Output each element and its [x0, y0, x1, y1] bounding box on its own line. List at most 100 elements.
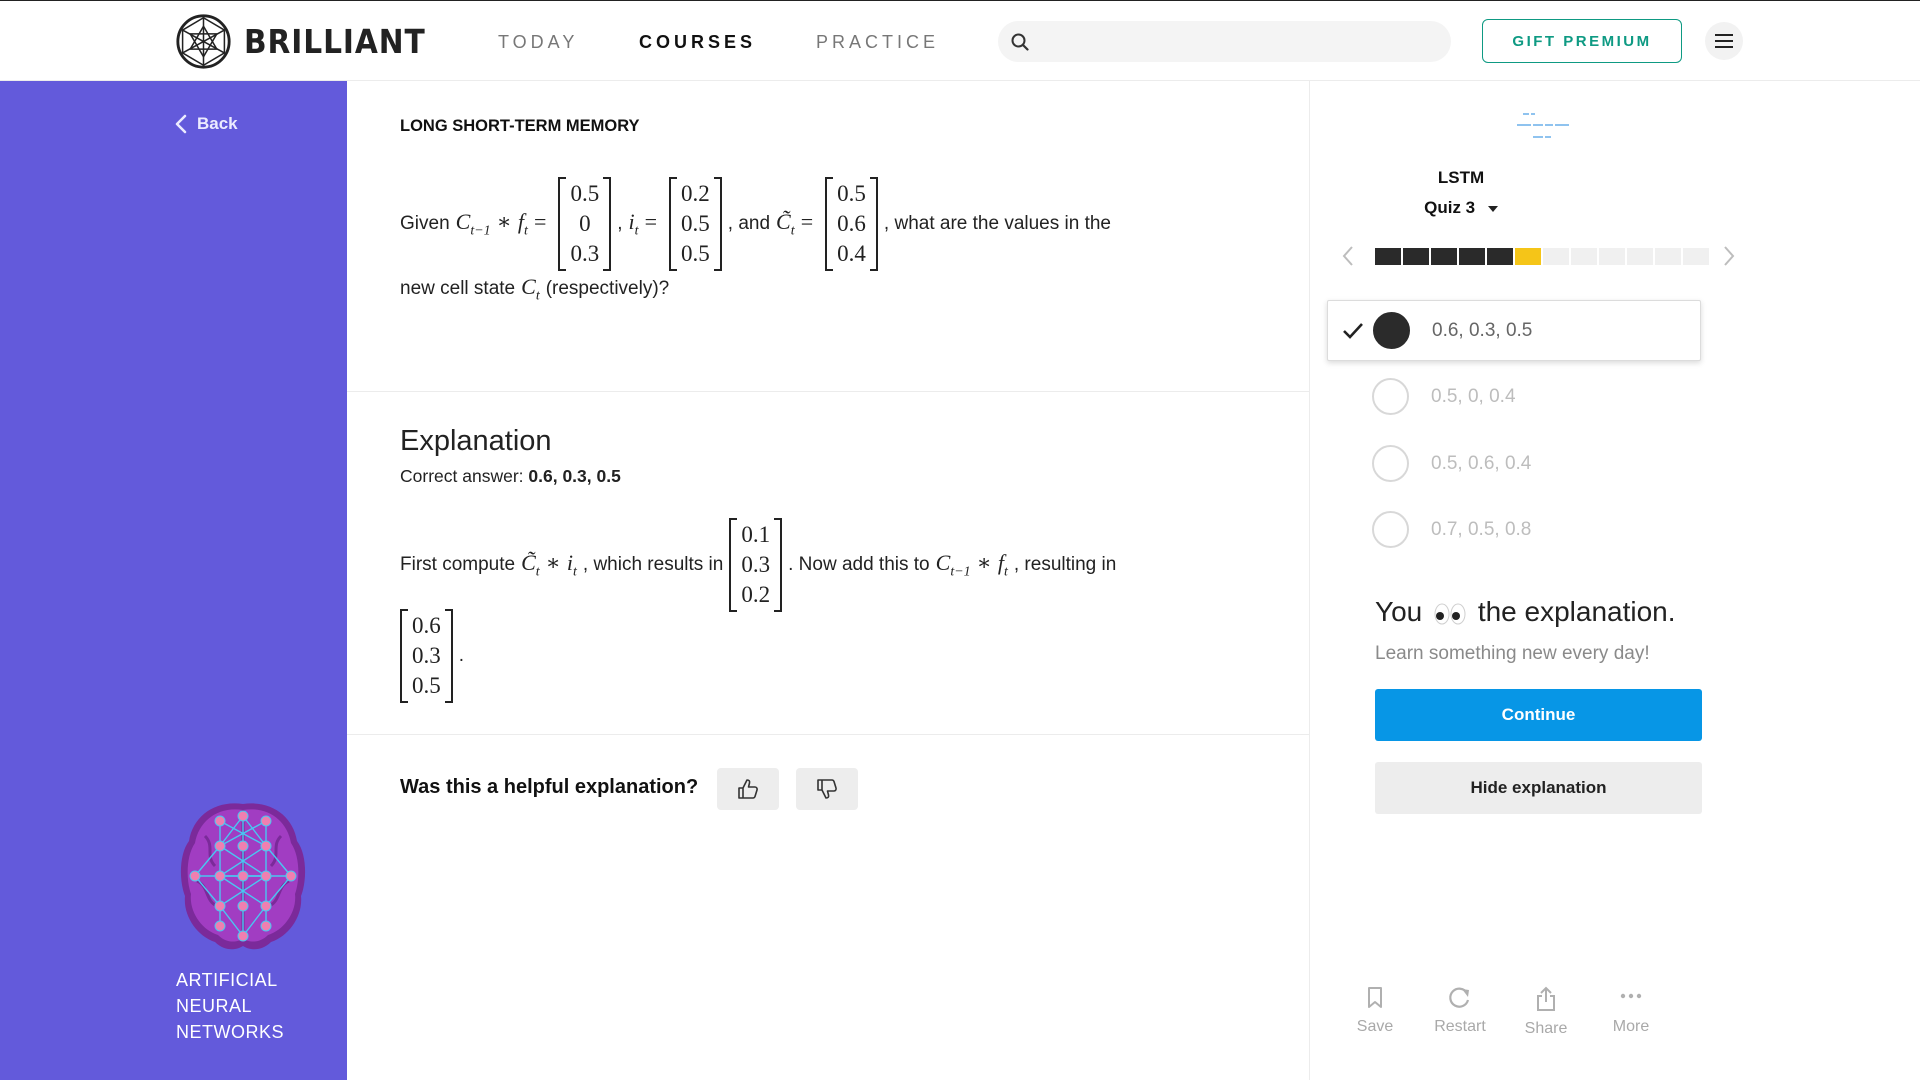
progress-segment: [1655, 248, 1681, 265]
quiz-thumbnail-icon: [1517, 113, 1569, 138]
saw-explanation-heading: You the explanation.: [1375, 596, 1676, 628]
matrix-cell: 0.3: [570, 241, 600, 266]
gift-premium-button[interactable]: GIFT PREMIUM: [1482, 19, 1682, 63]
question-given: Given: [400, 213, 450, 234]
answer-option-label: 0.7, 0.5, 0.8: [1431, 518, 1532, 540]
progress-segment: [1375, 248, 1401, 265]
matrix-cell: 0.2: [741, 582, 771, 607]
explanation-resulting: , resulting in: [1013, 554, 1117, 575]
radio-button[interactable]: [1372, 511, 1409, 548]
radio-button[interactable]: [1373, 312, 1410, 349]
more-dots-icon: [1620, 993, 1642, 999]
math-expr: it =: [628, 208, 658, 239]
explanation-result: 0.6 0.3 0.5 .: [400, 609, 464, 703]
chapter-title: LONG SHORT-TERM MEMORY: [400, 117, 640, 135]
matrix-cell: 0.5: [681, 241, 710, 266]
save-label: Save: [1356, 1018, 1394, 1035]
hide-explanation-button[interactable]: Hide explanation: [1375, 762, 1702, 814]
question-text-line2: new cell state Ct (respectively)?: [400, 274, 669, 304]
quiz-panel: LSTM Quiz 3 0.6, 0.3, 0.5 0.5, 0, 0.4 0.…: [1309, 81, 1920, 1080]
answer-option[interactable]: 0.6, 0.3, 0.5: [1327, 300, 1701, 361]
progress-segment-current: [1515, 248, 1541, 265]
chevron-right-icon[interactable]: [1722, 244, 1736, 268]
search-input[interactable]: [998, 21, 1451, 62]
continue-button[interactable]: Continue: [1375, 689, 1702, 741]
back-link[interactable]: Back: [175, 114, 238, 134]
math-expr: Ct−1 ∗ ft: [935, 549, 1008, 580]
explanation-period: .: [458, 645, 465, 666]
answer-option[interactable]: 0.7, 0.5, 0.8: [1327, 499, 1701, 560]
math-comma: ,: [617, 213, 623, 234]
more-button[interactable]: More: [1596, 986, 1666, 1036]
answer-option-label: 0.6, 0.3, 0.5: [1432, 319, 1533, 341]
nav-practice[interactable]: PRACTICE: [816, 32, 939, 53]
restart-label: Restart: [1434, 1018, 1486, 1035]
math-expr: C̃t =: [776, 208, 814, 239]
question-line2-post: (respectively)?: [545, 278, 670, 300]
eyes-icon: [1434, 603, 1466, 625]
question-line2-pre: new cell state: [400, 278, 516, 300]
thumbs-down-button[interactable]: [796, 768, 858, 810]
progress-segment: [1683, 248, 1709, 265]
saw-post: the explanation.: [1477, 596, 1676, 627]
quiz-progress: [1375, 248, 1711, 265]
chevron-left-icon[interactable]: [1341, 244, 1355, 268]
bookmark-icon: [1368, 987, 1382, 1008]
brilliant-logo[interactable]: BRILLIANT: [175, 13, 446, 70]
save-button[interactable]: Save: [1340, 986, 1410, 1036]
quiz-selector[interactable]: Quiz 3: [1310, 198, 1612, 218]
answer-option-label: 0.5, 0, 0.4: [1431, 385, 1516, 407]
math-expr: C̃t ∗ it: [521, 549, 577, 580]
question-text: Given Ct−1 ∗ ft = 0.5 0 0.3 , it = 0.2 0…: [400, 177, 1111, 271]
matrix-cell: 0.4: [837, 241, 866, 266]
math-expr: Ct−1 ∗ ft =: [455, 208, 547, 239]
matrix-cell: 0: [579, 211, 591, 236]
matrix-cell: 0.5: [412, 673, 441, 698]
restart-button[interactable]: Restart: [1425, 986, 1495, 1036]
share-button[interactable]: Share: [1511, 986, 1581, 1038]
thumbs-up-button[interactable]: [717, 768, 779, 810]
question-tail: , what are the values in the: [883, 213, 1112, 234]
progress-segment: [1599, 248, 1625, 265]
brilliant-logo-icon: [176, 14, 231, 69]
thumbs-up-icon: [738, 779, 758, 799]
back-label: Back: [197, 114, 238, 133]
learn-subtitle: Learn something new every day!: [1375, 643, 1650, 664]
matrix-cell: 0.6: [412, 613, 441, 638]
matrix-cell: 0.2: [681, 181, 710, 206]
radio-button[interactable]: [1372, 378, 1409, 415]
saw-pre: You: [1375, 596, 1423, 627]
matrix-i: 0.2 0.5 0.5: [669, 177, 722, 271]
matrix-cell: 0.3: [741, 552, 771, 577]
thumbs-down-icon: [817, 779, 837, 799]
quiz-label: Quiz 3: [1424, 198, 1476, 217]
menu-button[interactable]: [1705, 22, 1743, 60]
matrix-cf: 0.5 0 0.3: [558, 177, 612, 271]
restart-icon: [1449, 987, 1470, 1008]
progress-segment: [1543, 248, 1569, 265]
nav-today[interactable]: TODAY: [498, 32, 578, 53]
matrix-result: 0.6 0.3 0.5: [400, 609, 453, 703]
correct-value: 0.6, 0.3, 0.5: [528, 466, 621, 486]
nav-courses[interactable]: COURSES: [639, 32, 756, 53]
share-label: Share: [1524, 1020, 1568, 1037]
quiz-topic: LSTM: [1437, 168, 1485, 187]
radio-button[interactable]: [1372, 445, 1409, 482]
top-nav: BRILLIANT TODAY COURSES PRACTICE GIFT PR…: [0, 0, 1920, 81]
answer-option[interactable]: 0.5, 0.6, 0.4: [1327, 433, 1701, 494]
progress-segment: [1459, 248, 1485, 265]
question-and: , and: [727, 213, 771, 234]
matrix-c-tilde: 0.5 0.6 0.4: [825, 177, 878, 271]
answer-option[interactable]: 0.5, 0, 0.4: [1327, 366, 1701, 427]
course-name[interactable]: ARTIFICIAL NEURAL NETWORKS: [176, 967, 336, 1045]
share-icon: [1537, 986, 1555, 1011]
matrix-cell: 0.5: [570, 181, 600, 206]
more-label: More: [1612, 1018, 1650, 1035]
neural-brain-icon: [180, 803, 306, 950]
progress-segment: [1627, 248, 1653, 265]
divider: [347, 734, 1309, 735]
progress-segment: [1571, 248, 1597, 265]
matrix-cell: 0.1: [741, 522, 771, 547]
explanation-title: Explanation: [400, 425, 552, 457]
math-expr: Ct: [521, 274, 540, 304]
